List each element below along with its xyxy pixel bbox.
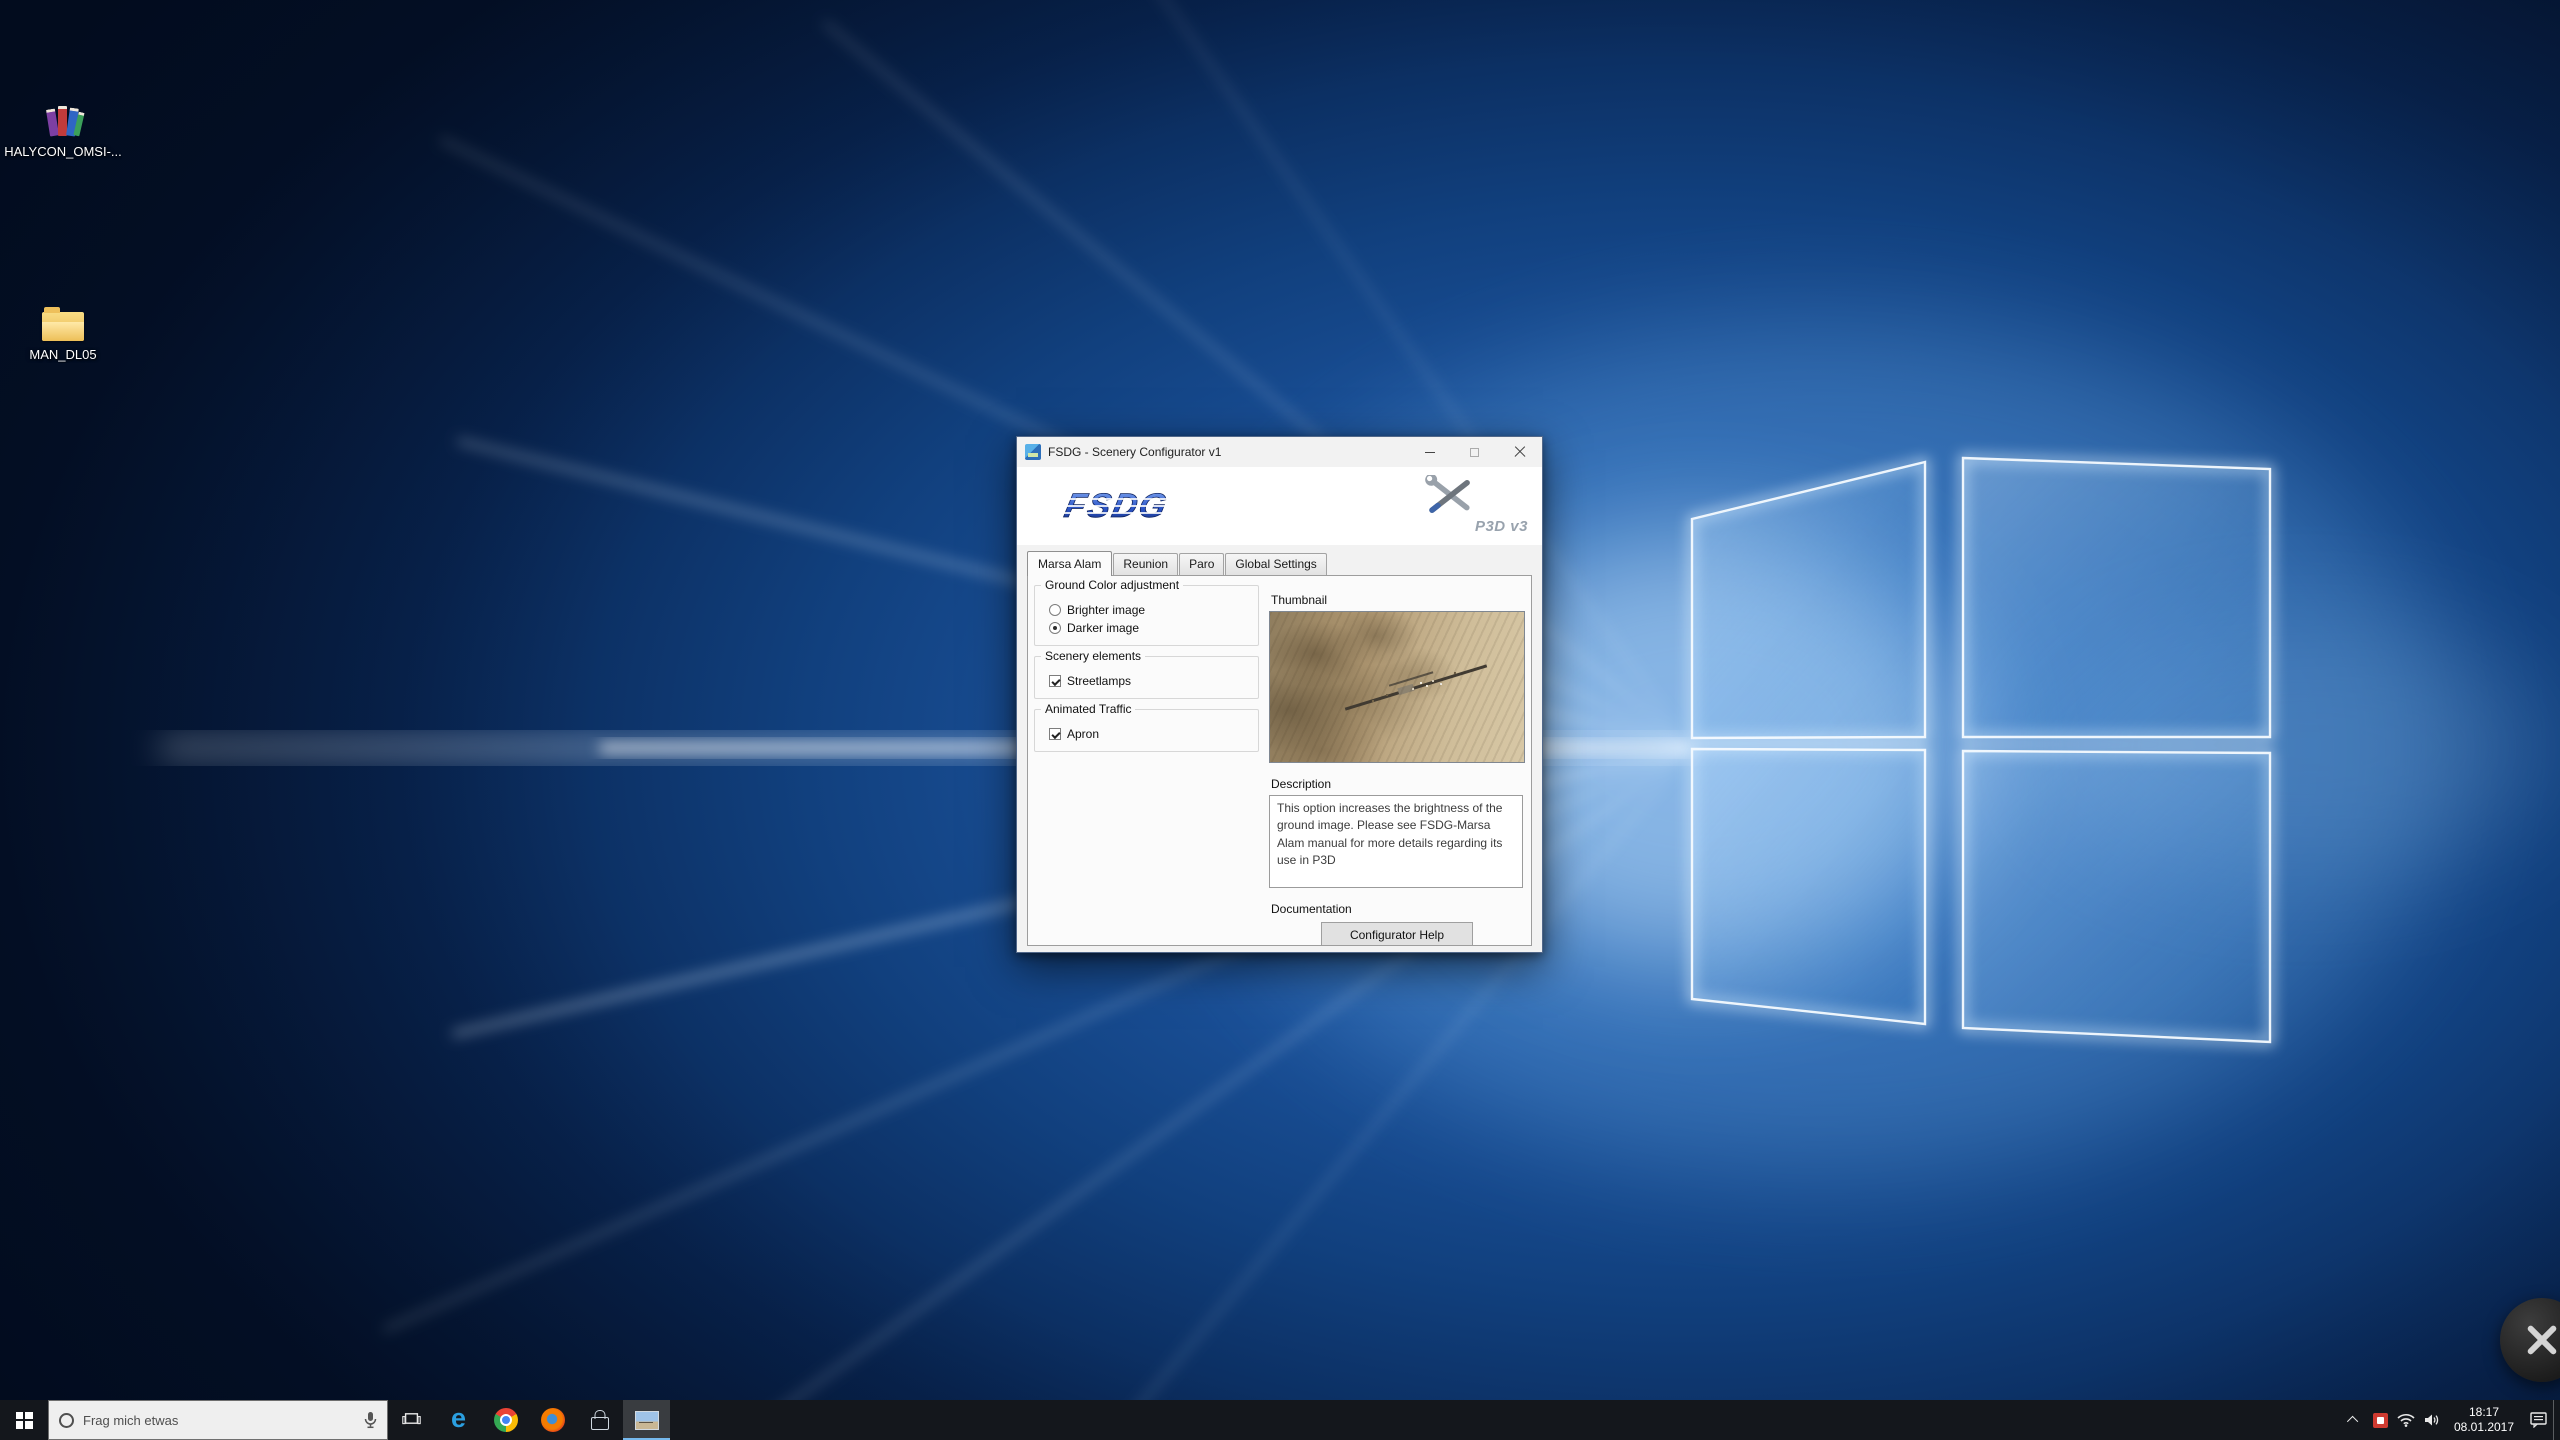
taskbar-item-firefox[interactable] xyxy=(529,1400,576,1440)
tab-global-settings[interactable]: Global Settings xyxy=(1225,553,1326,575)
action-center-button[interactable] xyxy=(2523,1400,2553,1440)
desktop-icon-label: HALYCON_OMSI-... xyxy=(4,144,122,160)
edge-icon: e xyxy=(451,1405,466,1432)
microphone-icon xyxy=(364,1411,377,1429)
tray-app-red[interactable] xyxy=(2367,1400,2393,1440)
radio-darker-image[interactable]: Darker image xyxy=(1049,621,1252,635)
red-app-icon xyxy=(2373,1413,2388,1428)
task-view-button[interactable] xyxy=(388,1400,435,1440)
tab-paro[interactable]: Paro xyxy=(1179,553,1224,575)
show-desktop-button[interactable] xyxy=(2553,1400,2560,1440)
radio-brighter-image[interactable]: Brighter image xyxy=(1049,603,1252,617)
task-view-icon xyxy=(402,1413,421,1427)
network-tray-button[interactable] xyxy=(2393,1400,2419,1440)
desktop-icon-man-dl05[interactable]: MAN_DL05 xyxy=(4,312,122,363)
taskbar-item-edge[interactable]: e xyxy=(435,1400,482,1440)
action-center-icon xyxy=(2530,1412,2547,1428)
checkbox-checked-icon xyxy=(1049,728,1061,740)
clock[interactable]: 18:17 08.01.2017 xyxy=(2445,1405,2523,1435)
scenery-configurator-taskbar-icon xyxy=(635,1411,659,1430)
search-placeholder: Frag mich etwas xyxy=(83,1413,355,1428)
scenery-configurator-window: FSDG - Scenery Configurator v1 FSDG xyxy=(1016,436,1543,953)
titlebar[interactable]: FSDG - Scenery Configurator v1 xyxy=(1017,437,1542,467)
checkbox-apron[interactable]: Apron xyxy=(1049,727,1252,741)
checkbox-checked-icon xyxy=(1049,675,1061,687)
settings-column: Ground Color adjustment Brighter image D… xyxy=(1034,580,1259,941)
minimize-button[interactable] xyxy=(1407,437,1452,467)
airport-thumbnail-image xyxy=(1269,611,1525,763)
taskbar-item-chrome[interactable] xyxy=(482,1400,529,1440)
firefox-icon xyxy=(541,1408,565,1432)
tab-reunion[interactable]: Reunion xyxy=(1113,553,1178,575)
start-button[interactable] xyxy=(0,1400,48,1440)
window-icon xyxy=(1025,444,1041,460)
radio-icon xyxy=(1049,604,1061,616)
radio-checked-icon xyxy=(1049,622,1061,634)
thumbnail-label: Thumbnail xyxy=(1271,593,1525,607)
tab-marsa-alam[interactable]: Marsa Alam xyxy=(1027,551,1112,576)
taskbar-item-scenery-configurator[interactable] xyxy=(623,1400,670,1440)
store-icon xyxy=(591,1417,609,1430)
volume-tray-button[interactable] xyxy=(2419,1400,2445,1440)
p3d-version-text: P3D v3 xyxy=(1475,518,1528,535)
window-title: FSDG - Scenery Configurator v1 xyxy=(1048,445,1407,459)
group-ground-color-adjustment: Ground Color adjustment Brighter image D… xyxy=(1034,585,1259,646)
tabstrip: Marsa Alam Reunion Paro Global Settings xyxy=(1027,551,1542,575)
desktop-icon-label: MAN_DL05 xyxy=(4,347,122,363)
close-button[interactable] xyxy=(1497,437,1542,467)
hidden-icons-button[interactable] xyxy=(2341,1400,2367,1440)
checkbox-streetlamps[interactable]: Streetlamps xyxy=(1049,674,1252,688)
configurator-help-button[interactable]: Configurator Help xyxy=(1321,922,1473,946)
wifi-icon xyxy=(2397,1413,2415,1427)
chevron-up-icon xyxy=(2347,1416,2358,1427)
cortana-icon xyxy=(59,1413,74,1428)
description-textbox[interactable]: This option increases the brightness of … xyxy=(1269,795,1523,888)
windows-logo-icon xyxy=(16,1412,33,1429)
preview-column: Thumbnail Description This option increa… xyxy=(1269,580,1525,941)
group-animated-traffic: Animated Traffic Apron xyxy=(1034,709,1259,752)
desktop-icon-halycon-omsi[interactable]: HALYCON_OMSI-... xyxy=(4,102,122,160)
winrar-archive-icon xyxy=(43,102,83,138)
system-tray: 18:17 08.01.2017 xyxy=(2341,1400,2560,1440)
volume-icon xyxy=(2424,1413,2440,1427)
taskbar-item-store[interactable] xyxy=(576,1400,623,1440)
p3d-logo: P3D v3 xyxy=(1416,475,1528,537)
group-scenery-elements: Scenery elements Streetlamps xyxy=(1034,656,1259,699)
runway-line xyxy=(1345,664,1487,710)
fsdg-logo: FSDG xyxy=(1033,479,1201,533)
description-label: Description xyxy=(1271,777,1525,791)
chrome-icon xyxy=(494,1408,518,1432)
tab-page-marsa-alam: Ground Color adjustment Brighter image D… xyxy=(1027,575,1532,946)
clock-time: 18:17 xyxy=(2445,1405,2523,1420)
taskbar: Frag mich etwas e xyxy=(0,1400,2560,1440)
maximize-button xyxy=(1452,437,1497,467)
documentation-label: Documentation xyxy=(1271,902,1525,916)
folder-icon xyxy=(42,312,84,341)
crossed-tools-icon xyxy=(1416,475,1486,521)
clock-date: 08.01.2017 xyxy=(2445,1420,2523,1435)
search-box[interactable]: Frag mich etwas xyxy=(48,1400,388,1440)
brand-row: FSDG P3D v3 xyxy=(1017,467,1542,545)
